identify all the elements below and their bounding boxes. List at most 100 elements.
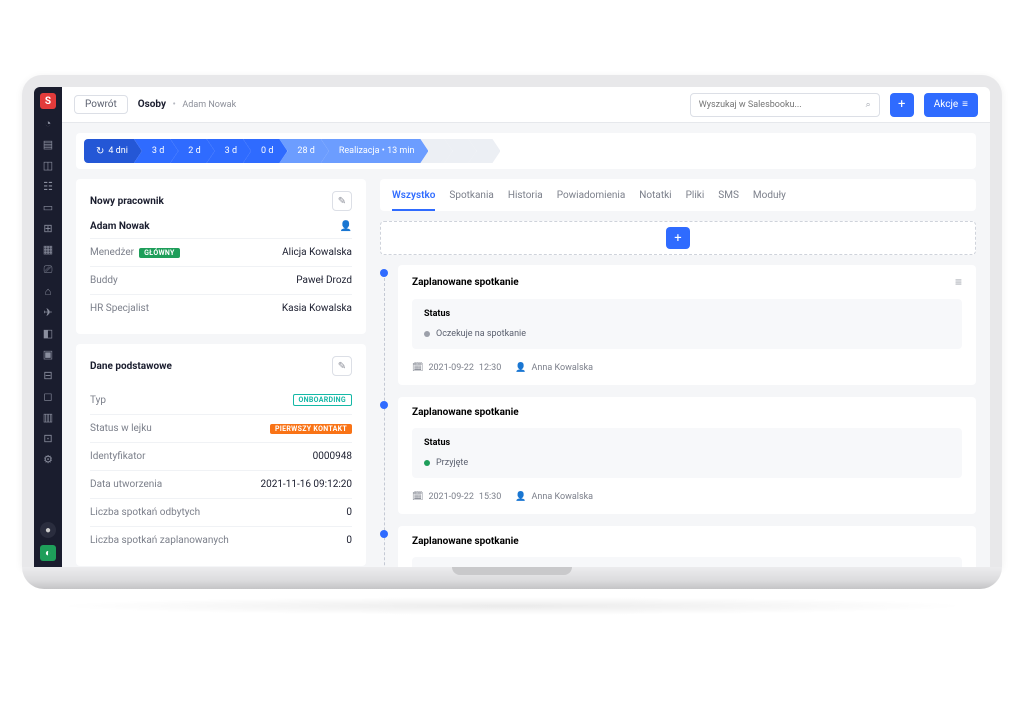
app-screen: S ◔ ▤ ◫ ☷ ▭ ⊞ ▦ ⎚ ⌂ ✈ ◧ ▣ ⊟ ◻ ▥ ⊡ ⚙ ● ◐ Powrót Osoby • A… xyxy=(34,87,990,567)
tab-pliki[interactable]: Pliki xyxy=(686,182,705,211)
stage-label: Realizacja • 13 min xyxy=(339,146,415,156)
person-icon: 👤 xyxy=(340,221,352,232)
timeline-item: Zaplanowane spotkanie ≡ Status Oczekuje na … xyxy=(398,265,976,385)
nav-item-4[interactable]: ▭ xyxy=(41,200,55,214)
nav-item-13[interactable]: ◻ xyxy=(41,389,55,403)
value-badge: ONBOARDING xyxy=(293,394,352,406)
row-label: Liczba spotkań zaplanowanych xyxy=(90,535,229,546)
timeline-dot-icon xyxy=(380,401,388,409)
left-column: Nowy pracownik ✎ Adam Nowak 👤 MenedżerGŁ… xyxy=(76,179,366,567)
stage-label: 2 d xyxy=(188,146,200,156)
timeline: Zaplanowane spotkanie ≡ Status Oczekuje na … xyxy=(380,265,976,567)
event-card: Zaplanowane spotkanie ≡ Status Oczekuje na … xyxy=(398,265,976,385)
laptop-base xyxy=(22,567,1002,589)
nav-item-7[interactable]: ⎚ xyxy=(41,263,55,277)
edit-basic-button[interactable]: ✎ xyxy=(332,356,352,376)
value-badge: PIERWSZY KONTAKT xyxy=(270,424,352,434)
nav-item-5[interactable]: ⊞ xyxy=(41,221,55,235)
nav-item-15[interactable]: ⊡ xyxy=(41,431,55,445)
row-label: Identyfikator xyxy=(90,451,146,462)
nav-avatar[interactable]: ● xyxy=(40,522,56,538)
timeline-item: Zaplanowane spotkanieStatusPrzyjęte🗓2021… xyxy=(398,397,976,514)
stage-label: 0 d xyxy=(261,146,273,156)
stage-label: 3 d xyxy=(152,146,164,156)
add-button[interactable]: + xyxy=(890,93,914,117)
timeline-dot-icon xyxy=(380,530,388,538)
calendar-icon: 🗓 xyxy=(412,492,423,502)
row-value: Kasia Kowalska xyxy=(282,303,352,314)
tab-spotkania[interactable]: Spotkania xyxy=(449,182,493,211)
status-label: Status xyxy=(424,309,950,319)
status-value: Oczekuje na spotkanie xyxy=(424,329,950,339)
pipeline-stage-0[interactable]: ↻4 dni xyxy=(84,139,142,163)
nav-item-0[interactable]: ◔ xyxy=(41,116,55,130)
basic-row: Liczba spotkań odbytych0 xyxy=(90,498,352,526)
row-value: 2021-11-16 09:12:20 xyxy=(260,479,352,490)
nav-item-12[interactable]: ⊟ xyxy=(41,368,55,382)
search-box[interactable]: ⌕ xyxy=(690,93,880,117)
basic-data-card: Dane podstawowe ✎ TypONBOARDINGStatus w … xyxy=(76,344,366,566)
row-label: MenedżerGŁÓWNY xyxy=(90,247,180,258)
back-button[interactable]: Powrót xyxy=(74,95,128,114)
breadcrumb: Osoby • Adam Nowak xyxy=(138,99,236,110)
actions-label: Akcje xyxy=(934,99,958,110)
event-card: Zaplanowane spotkanieStatusPrzyjęte🗓2021… xyxy=(398,397,976,514)
nav-item-14[interactable]: ▥ xyxy=(41,410,55,424)
tab-moduły[interactable]: Moduły xyxy=(753,182,786,211)
employee-name: Adam Nowak xyxy=(90,221,150,232)
person-icon: 👤 xyxy=(515,363,526,373)
breadcrumb-root[interactable]: Osoby xyxy=(138,99,166,110)
basic-row: Identyfikator0000948 xyxy=(90,442,352,470)
laptop-bezel: S ◔ ▤ ◫ ☷ ▭ ⊞ ▦ ⎚ ⌂ ✈ ◧ ▣ ⊟ ◻ ▥ ⊡ ⚙ ● ◐ Powrót Osoby • A… xyxy=(22,75,1002,567)
nav-item-1[interactable]: ▤ xyxy=(41,137,55,151)
add-event-button[interactable]: + xyxy=(666,227,690,249)
basic-row: Status w lejkuPIERWSZY KONTAKT xyxy=(90,414,352,442)
person-icon: 👤 xyxy=(515,492,526,502)
add-event-block[interactable]: + xyxy=(380,221,976,255)
content-scroll[interactable]: ↻4 dni3 d2 d3 d0 d28 dRealizacja • 13 mi… xyxy=(62,123,990,567)
stage-label: 3 d xyxy=(225,146,237,156)
employee-row: MenedżerGŁÓWNYAlicja Kowalska xyxy=(90,239,352,266)
topbar: Powrót Osoby • Adam Nowak ⌕ + Akcje ≡ xyxy=(62,87,990,123)
event-footer: 🗓2021-09-2212:30👤Anna Kowalska xyxy=(398,359,976,385)
nav-item-16[interactable]: ⚙ xyxy=(41,452,55,466)
employee-card-title: Nowy pracownik xyxy=(90,196,164,207)
basic-row: Data utworzenia2021-11-16 09:12:20 xyxy=(90,470,352,498)
edit-employee-button[interactable]: ✎ xyxy=(332,191,352,211)
row-value: Paweł Drozd xyxy=(296,275,352,286)
nav-item-6[interactable]: ▦ xyxy=(41,242,55,256)
row-value: ONBOARDING xyxy=(293,394,352,406)
nav-item-10[interactable]: ◧ xyxy=(41,326,55,340)
nav-item-11[interactable]: ▣ xyxy=(41,347,55,361)
actions-button[interactable]: Akcje ≡ xyxy=(924,93,978,117)
left-nav: S ◔ ▤ ◫ ☷ ▭ ⊞ ▦ ⎚ ⌂ ✈ ◧ ▣ ⊟ ◻ ▥ ⊡ ⚙ ● ◐ xyxy=(34,87,62,567)
app-logo[interactable]: S xyxy=(40,93,56,109)
main-area: Powrót Osoby • Adam Nowak ⌕ + Akcje ≡ xyxy=(62,87,990,567)
event-footer: 🗓2021-09-2215:30👤Anna Kowalska xyxy=(398,488,976,514)
breadcrumb-separator: • xyxy=(169,99,180,110)
employee-card: Nowy pracownik ✎ Adam Nowak 👤 MenedżerGŁ… xyxy=(76,179,366,334)
row-label: Buddy xyxy=(90,275,118,286)
status-value: Przyjęte xyxy=(424,458,950,468)
event-menu-icon[interactable]: ≡ xyxy=(955,275,962,289)
tab-wszystko[interactable]: Wszystko xyxy=(392,182,435,211)
status-dot-icon xyxy=(424,331,430,337)
pipeline-stage-6[interactable]: Realizacja • 13 min xyxy=(321,139,429,163)
tab-powiadomienia[interactable]: Powiadomienia xyxy=(557,182,626,211)
tab-notatki[interactable]: Notatki xyxy=(639,182,671,211)
badge-main: GŁÓWNY xyxy=(139,248,180,258)
nav-item-9[interactable]: ✈ xyxy=(41,305,55,319)
nav-help[interactable]: ◐ xyxy=(40,545,56,561)
nav-item-3[interactable]: ☷ xyxy=(41,179,55,193)
nav-item-8[interactable]: ⌂ xyxy=(41,284,55,298)
basic-card-title: Dane podstawowe xyxy=(90,361,172,372)
status-dot-icon xyxy=(424,460,430,466)
row-value: 0 xyxy=(346,507,352,518)
tab-sms[interactable]: SMS xyxy=(718,182,739,211)
tab-historia[interactable]: Historia xyxy=(508,182,543,211)
calendar-icon: 🗓 xyxy=(412,363,423,373)
timeline-dot-icon xyxy=(380,269,388,277)
nav-item-2[interactable]: ◫ xyxy=(41,158,55,172)
search-input[interactable] xyxy=(699,100,866,110)
event-title: Zaplanowane spotkanie xyxy=(412,277,519,288)
